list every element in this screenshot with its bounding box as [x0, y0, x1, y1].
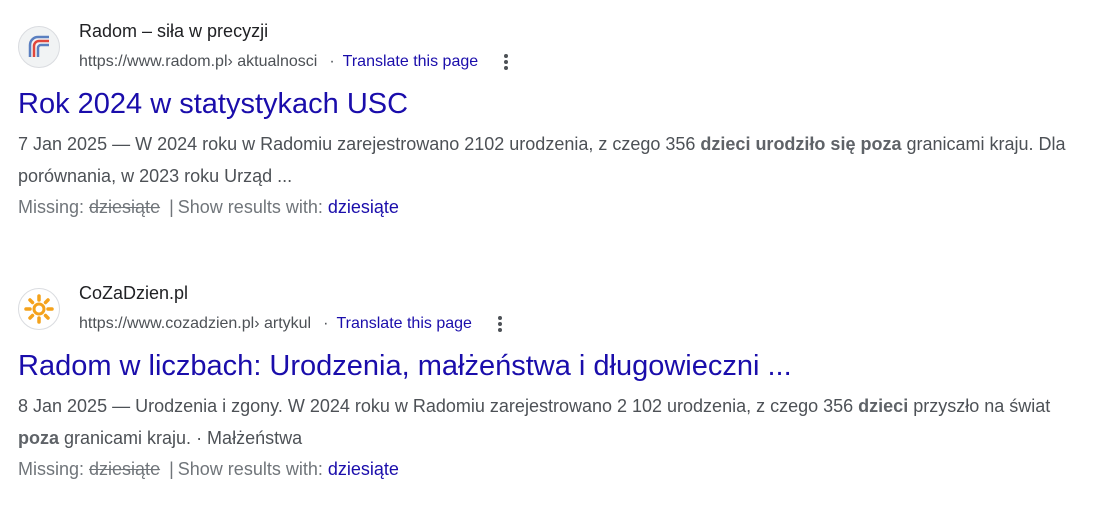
missing-label: Missing:: [18, 197, 85, 217]
search-result-1: Radom – siła w precyzji https://www.rado…: [18, 18, 1078, 222]
missing-term: dziesiąte: [89, 459, 161, 479]
site-header[interactable]: Radom – siła w precyzji https://www.rado…: [18, 18, 1078, 76]
site-name: CoZaDzien.pl: [79, 283, 189, 303]
snippet-highlight: dzieci: [858, 396, 909, 416]
snippet-text: W 2024 roku w Radomiu zarejestrowano 210…: [135, 134, 701, 154]
result-title-link[interactable]: Rok 2024 w statystykach USC: [18, 86, 1078, 122]
result-title-link[interactable]: Radom w liczbach: Urodzenia, małżeństwa …: [18, 348, 1078, 384]
url-host: https://www.radom.pl: [79, 53, 228, 70]
snippet-text: Urodzenia i zgony. W 2024 roku w Radomiu…: [135, 396, 859, 416]
separator-dot: ·: [323, 315, 329, 332]
snippet-text: granicami kraju. · Małżeństwa: [59, 428, 303, 448]
url-host: https://www.cozadzien.pl: [79, 315, 255, 332]
show-results-term-link[interactable]: dziesiąte: [328, 459, 399, 479]
result-date: 7 Jan 2025: [18, 134, 108, 154]
translate-link[interactable]: Translate this page: [343, 53, 478, 71]
translate-link[interactable]: Translate this page: [336, 315, 471, 333]
show-results-label: Show results with:: [177, 459, 323, 479]
snippet-highlight: poza: [18, 428, 60, 448]
missing-term: dziesiąte: [89, 197, 161, 217]
separator: |: [169, 197, 174, 217]
radom-logo-icon: [18, 26, 60, 68]
search-result-2: CoZaDzien.pl https://www.cozadzien.pl › …: [18, 280, 1078, 484]
date-dash: —: [107, 134, 136, 154]
url-path: › artykul: [254, 315, 312, 332]
more-vert-icon[interactable]: [490, 314, 510, 334]
separator-dot: ·: [329, 53, 335, 70]
more-vert-icon[interactable]: [496, 52, 516, 72]
result-snippet: 7 Jan 2025 — W 2024 roku w Radomiu zarej…: [18, 128, 1068, 192]
site-name: Radom – siła w precyzji: [79, 21, 269, 41]
result-snippet: 8 Jan 2025 — Urodzenia i zgony. W 2024 r…: [18, 390, 1068, 454]
site-header[interactable]: CoZaDzien.pl https://www.cozadzien.pl › …: [18, 280, 1078, 338]
site-url: https://www.radom.pl › aktualnosci · Tra…: [79, 52, 516, 72]
snippet-highlight: dzieci urodziło się: [700, 134, 856, 154]
missing-terms-row: Missing: dziesiąte | Show results with: d…: [18, 192, 1078, 222]
missing-terms-row: Missing: dziesiąte | Show results with: d…: [18, 454, 1078, 484]
result-date: 8 Jan 2025: [18, 396, 108, 416]
separator: |: [169, 459, 174, 479]
url-path: › aktualnosci: [227, 53, 318, 70]
site-url: https://www.cozadzien.pl › artykul · Tra…: [79, 314, 510, 334]
show-results-term-link[interactable]: dziesiąte: [328, 197, 399, 217]
missing-label: Missing:: [18, 459, 85, 479]
date-dash: —: [107, 396, 136, 416]
snippet-highlight: poza: [860, 134, 902, 154]
cozadzien-sun-icon: [18, 288, 60, 330]
show-results-label: Show results with:: [177, 197, 323, 217]
snippet-text: przyszło na świat: [908, 396, 1051, 416]
